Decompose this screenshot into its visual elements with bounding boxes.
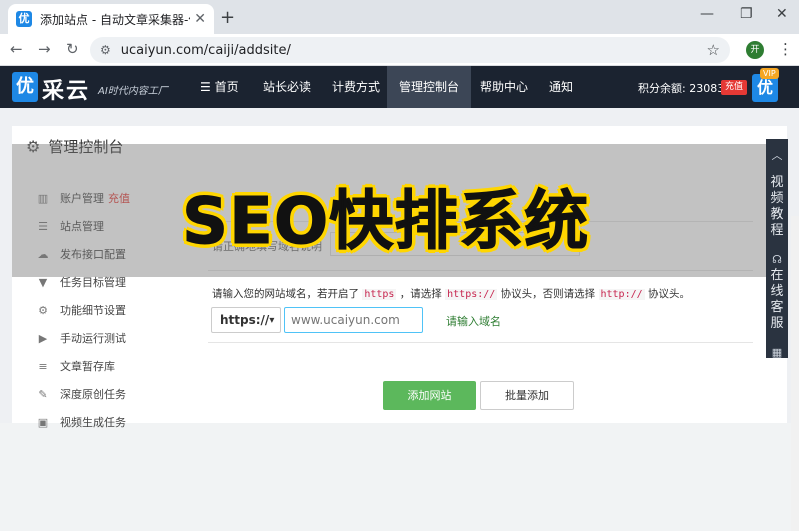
- sidebar-item-label: 视频生成任务: [60, 416, 126, 429]
- nav-help[interactable]: 帮助中心: [468, 66, 540, 108]
- form-divider: [208, 342, 753, 343]
- back-icon[interactable]: ←: [10, 40, 23, 58]
- window-close-icon[interactable]: ✕: [776, 6, 788, 22]
- video-icon: ▣: [37, 415, 49, 429]
- site-slogan: AI时代内容工厂: [98, 86, 168, 97]
- site-logo[interactable]: 优: [12, 72, 38, 102]
- online-service-link[interactable]: 在线客服: [770, 268, 784, 332]
- domain-hint: 请输入您的网站域名，若开启了 https ，请选择 https:// 协议头，否…: [212, 286, 690, 301]
- floating-toolbar: ︿ 视频教程 ☊ 在线客服 ▦: [766, 139, 788, 359]
- headset-icon: ☊: [772, 253, 782, 266]
- play-icon: ▶: [38, 331, 48, 345]
- hint-text: 协议头，否则请选择: [500, 288, 596, 300]
- add-site-button[interactable]: 添加网站: [383, 381, 476, 410]
- hint-code-http-proto: http://: [598, 289, 645, 300]
- protocol-value: https://: [220, 313, 270, 327]
- browser-tabstrip: 优 添加站点 - 自动文章采集器-优采 ✕ + — ❐ ✕: [0, 0, 799, 34]
- sidebar-item-rewrite[interactable]: ✎ 深度原创任务: [36, 384, 186, 404]
- site-info-icon[interactable]: ⚙: [100, 43, 111, 57]
- domain-tip: 请输入域名: [446, 315, 501, 328]
- minimize-icon[interactable]: —: [700, 6, 714, 22]
- hint-text: 协议头。: [648, 288, 690, 300]
- nav-console[interactable]: 管理控制台: [387, 66, 472, 108]
- domain-input[interactable]: [284, 307, 423, 333]
- close-icon[interactable]: ✕: [194, 11, 206, 27]
- video-tutorial-link[interactable]: 视频教程: [770, 175, 784, 239]
- address-bar[interactable]: ⚙ ucaiyun.com/caiji/addsite/ ☆: [90, 37, 730, 63]
- site-favicon: 优: [16, 11, 32, 27]
- sidebar-item-article-store[interactable]: ≡ 文章暂存库: [36, 356, 186, 376]
- database-icon: ≡: [38, 359, 48, 373]
- profile-avatar[interactable]: 开: [746, 41, 764, 59]
- nav-pricing[interactable]: 计费方式: [320, 66, 392, 108]
- sidebar-item-label: 文章暂存库: [60, 360, 115, 373]
- browser-toolbar: ← → ↻ ⚙ ucaiyun.com/caiji/addsite/ ☆ 开 ⋮: [0, 34, 799, 66]
- restore-icon[interactable]: ❐: [740, 6, 753, 22]
- protocol-select[interactable]: https:// ▾: [211, 307, 281, 333]
- bookmark-star-icon[interactable]: ☆: [707, 41, 720, 59]
- nav-home[interactable]: ☰ 首页: [188, 66, 251, 108]
- collapse-icon[interactable]: ︿: [772, 147, 783, 163]
- sidebar-item-label: 手动运行测试: [60, 332, 126, 345]
- qrcode-icon[interactable]: ▦: [772, 346, 782, 359]
- sidebar-item-label: 深度原创任务: [60, 388, 126, 401]
- batch-add-button[interactable]: 批量添加: [480, 381, 574, 410]
- seo-banner-title: SEO快排系统: [181, 185, 590, 260]
- chevron-down-icon: ▾: [269, 314, 275, 326]
- hint-code-https: https: [362, 289, 397, 300]
- hint-code-https-proto: https://: [445, 289, 498, 300]
- vip-badge: VIP: [760, 68, 779, 79]
- forward-icon[interactable]: →: [38, 40, 51, 58]
- sidebar-item-settings[interactable]: ⚙ 功能细节设置: [36, 300, 186, 320]
- nav-notice[interactable]: 通知: [537, 66, 585, 108]
- site-logo-text[interactable]: 采云: [42, 73, 90, 105]
- sidebar-item-label: 功能细节设置: [60, 304, 126, 317]
- filter-icon: ▼: [38, 275, 48, 289]
- browser-tab[interactable]: 优 添加站点 - 自动文章采集器-优采 ✕: [8, 4, 214, 34]
- page-scrollbar[interactable]: [791, 216, 799, 531]
- gears-icon: ⚙: [38, 303, 48, 317]
- url-text: ucaiyun.com/caiji/addsite/: [120, 42, 291, 58]
- sidebar-item-manual-test[interactable]: ▶ 手动运行测试: [36, 328, 186, 348]
- tab-title: 添加站点 - 自动文章采集器-优采: [40, 12, 190, 27]
- hint-text: 请输入您的网站域名，若开启了: [212, 288, 359, 300]
- browser-menu-icon[interactable]: ⋮: [778, 40, 793, 58]
- sidebar-item-video-task[interactable]: ▣ 视频生成任务: [36, 412, 186, 432]
- hint-text: ，请选择: [399, 288, 442, 300]
- nav-must-read[interactable]: 站长必读: [251, 66, 323, 108]
- reload-icon[interactable]: ↻: [66, 40, 79, 58]
- recharge-link[interactable]: 充值: [721, 80, 748, 95]
- site-navbar: 优 采云 AI时代内容工厂 ☰ 首页 站长必读 计费方式 管理控制台 帮助中心 …: [0, 66, 799, 108]
- new-tab-button[interactable]: +: [220, 7, 235, 28]
- edit-icon: ✎: [38, 387, 48, 401]
